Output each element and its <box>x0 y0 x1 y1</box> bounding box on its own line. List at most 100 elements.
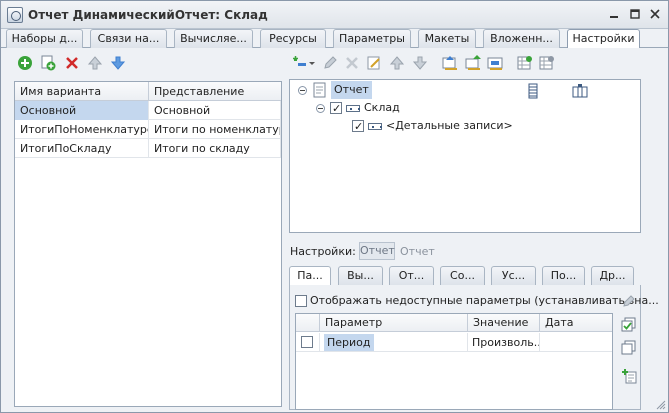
table-row[interactable]: Период Произволь... <box>296 333 612 352</box>
edit-properties-button[interactable] <box>365 54 383 72</box>
structure-tree: Отчет Склад <Детальные записи> <box>289 79 641 233</box>
arrow-up-icon <box>87 56 103 70</box>
copy-variant-button[interactable] <box>39 54 57 72</box>
add-parameter-icon <box>622 369 637 384</box>
check-all-button[interactable] <box>620 316 638 334</box>
uncheck-all-icon <box>621 340 636 355</box>
variant-name-cell[interactable]: ИтогиПоСкладу <box>15 139 149 158</box>
tab-conditional-appearance[interactable]: Ус... <box>491 266 536 285</box>
user-settings-button[interactable] <box>516 54 534 72</box>
tab-other-settings[interactable]: Др... <box>591 266 634 285</box>
tree-node-detail[interactable]: <Детальные записи> <box>352 117 513 136</box>
table-row[interactable]: ИтогиПоНоменклатуре Итоги по номенклатур… <box>15 120 281 139</box>
edit-parameter-button[interactable] <box>620 292 638 310</box>
group-enabled-checkbox[interactable] <box>330 100 342 118</box>
window-title: Отчет ДинамическийОтчет: Склад <box>28 8 268 22</box>
group-button[interactable] <box>441 54 459 72</box>
edit-button[interactable] <box>321 54 339 72</box>
column-presentation[interactable]: Представление <box>149 82 281 101</box>
add-structure-item-button[interactable] <box>292 54 316 72</box>
nested-report-button[interactable] <box>487 54 505 72</box>
column-parameter[interactable]: Параметр <box>320 314 468 332</box>
nested-report-icon <box>487 57 503 70</box>
maximize-button[interactable] <box>626 7 643 23</box>
tab-order[interactable]: Со... <box>440 266 485 285</box>
collapse-icon[interactable] <box>316 103 325 113</box>
tree-group-label[interactable]: Склад <box>364 99 400 117</box>
show-unavailable-row[interactable]: Отображать недоступные параметры (устана… <box>295 294 659 307</box>
tree-detail-label[interactable]: <Детальные записи> <box>386 117 513 135</box>
tab-nested[interactable]: Вложенн... <box>483 29 560 48</box>
settings-label: Настройки: <box>290 245 356 258</box>
group-icon <box>442 56 457 70</box>
column-use[interactable] <box>296 314 320 332</box>
add-grouping-icon <box>293 56 315 66</box>
delete-structure-button[interactable] <box>343 54 361 72</box>
settings-current-button[interactable]: Отчет <box>359 242 395 260</box>
variant-name-cell[interactable]: ИтогиПоНоменклатуре <box>15 120 149 139</box>
tab-templates[interactable]: Макеты <box>418 29 476 48</box>
close-icon <box>649 9 660 19</box>
parameter-value-cell[interactable]: Произволь... <box>468 333 540 352</box>
column-date[interactable]: Дата <box>540 314 612 332</box>
parameter-name-cell[interactable]: Период <box>320 333 468 352</box>
minimize-icon <box>609 16 618 18</box>
report-icon <box>313 82 326 98</box>
close-button[interactable] <box>646 7 663 23</box>
ungroup-button[interactable] <box>464 54 482 72</box>
column-variant-name[interactable]: Имя варианта <box>15 82 149 101</box>
tab-parameters[interactable]: Параметры <box>333 29 411 48</box>
tree-node-root[interactable]: Отчет <box>298 81 372 99</box>
use-cell[interactable] <box>296 333 320 352</box>
tab-selected-fields[interactable]: Вы... <box>338 266 383 285</box>
variants-table-header: Имя варианта Представление <box>15 82 281 101</box>
detail-enabled-checkbox[interactable] <box>352 118 364 136</box>
tab-datasets[interactable]: Наборы д... <box>6 29 83 48</box>
table-row[interactable]: Основной Основной <box>15 101 281 120</box>
settings-sub-tabs: Па... Вы... От... Со... Ус... По... Др..… <box>289 266 641 286</box>
grouping-icon <box>346 104 360 112</box>
tab-filter[interactable]: От... <box>389 266 434 285</box>
move-up-button[interactable] <box>86 54 104 72</box>
delete-variant-button[interactable] <box>63 54 81 72</box>
settings-grid-icon <box>539 56 554 70</box>
delete-icon <box>66 57 78 69</box>
tab-links[interactable]: Связи на... <box>90 29 167 48</box>
properties-icon <box>367 56 380 70</box>
resize-grip-icon[interactable] <box>656 400 666 410</box>
show-unavailable-label[interactable]: Отображать недоступные параметры (устана… <box>310 294 659 307</box>
arrow-down-icon <box>412 56 428 70</box>
variant-settings-button[interactable] <box>538 54 556 72</box>
variant-presentation-cell[interactable]: Основной <box>149 101 281 120</box>
variants-table: Имя варианта Представление Основной Осно… <box>14 81 282 407</box>
pencil-icon <box>324 56 337 69</box>
variant-presentation-cell[interactable]: Итоги по номенклатуре <box>149 120 281 139</box>
uncheck-all-button[interactable] <box>620 339 638 357</box>
variant-name-cell[interactable]: Основной <box>15 101 149 120</box>
variant-presentation-cell[interactable]: Итоги по складу <box>149 139 281 158</box>
move-down-button[interactable] <box>109 54 127 72</box>
add-variant-button[interactable] <box>16 54 34 72</box>
table-row[interactable]: ИтогиПоСкладу Итоги по складу <box>15 139 281 158</box>
minimize-button[interactable] <box>605 7 622 23</box>
tab-settings[interactable]: Настройки <box>567 29 640 49</box>
parameter-name[interactable]: Период <box>324 334 374 351</box>
maximize-icon <box>629 9 640 19</box>
collapse-icon[interactable] <box>298 85 307 95</box>
structure-down-button[interactable] <box>411 54 429 72</box>
tree-root-label[interactable]: Отчет <box>331 81 372 99</box>
show-unavailable-checkbox[interactable] <box>295 294 307 307</box>
tab-user-fields[interactable]: По... <box>542 266 585 285</box>
structure-up-button[interactable] <box>388 54 406 72</box>
tab-calculated[interactable]: Вычисляе... <box>174 29 253 48</box>
arrow-up-icon <box>389 56 405 70</box>
settings-current-value: Отчет <box>400 245 435 258</box>
parameter-use-checkbox[interactable] <box>301 336 313 348</box>
parameter-date-cell[interactable] <box>540 333 612 352</box>
tree-node-group[interactable]: Склад <box>316 99 400 118</box>
column-value[interactable]: Значение <box>468 314 540 332</box>
tab-resources[interactable]: Ресурсы <box>260 29 326 48</box>
tab-parameters[interactable]: Па... <box>289 266 331 286</box>
settings-content: Имя варианта Представление Основной Осно… <box>1 48 668 412</box>
add-parameter-button[interactable] <box>620 367 638 385</box>
